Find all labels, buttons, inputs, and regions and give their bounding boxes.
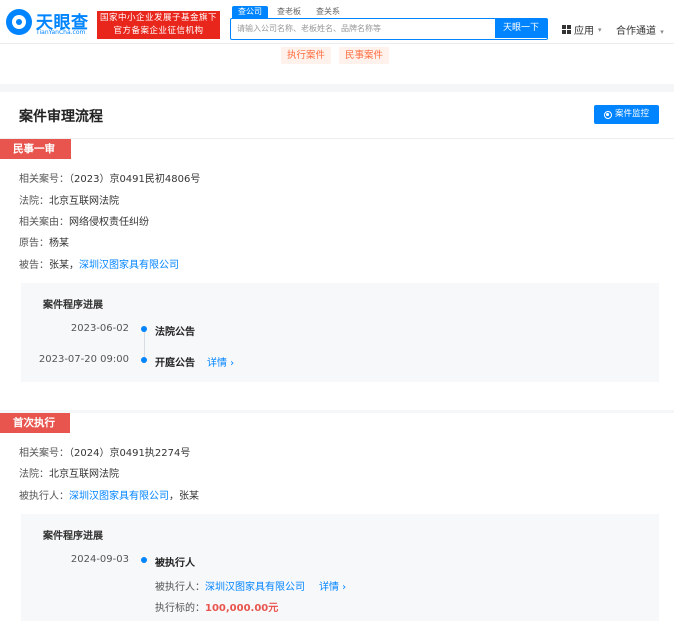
- top-header: 天眼查 TianYanCha.com 国家中小企业发展子基金旗下 官方备案企业征…: [0, 0, 674, 44]
- execution-amount: 100,000.00元: [205, 603, 279, 614]
- case-progress-panel: 案件程序进展 2023-06-02 法院公告 2023-07-20 09:00 …: [21, 283, 659, 382]
- page-title: 案件审理流程: [19, 109, 103, 125]
- event-date: 2023-07-20 09:00: [38, 354, 129, 365]
- search-input[interactable]: [231, 19, 493, 38]
- tag-civil-case[interactable]: 民事案件: [339, 47, 390, 64]
- section-label-first-execution: 首次执行: [0, 413, 70, 433]
- official-badge-line1: 国家中小企业发展子基金旗下: [99, 13, 217, 23]
- tianyancha-logo[interactable]: 天眼查 TianYanCha.com: [6, 8, 94, 38]
- event-executed-person: 被执行人: [155, 558, 195, 569]
- tag-execution-case[interactable]: 执行案件: [281, 47, 332, 64]
- field-executed-person: 被执行人：深圳汉图家具有限公司，张某: [19, 491, 199, 502]
- logo-mark-icon: [6, 9, 32, 35]
- executed-company-link[interactable]: 深圳汉图家具有限公司: [69, 491, 169, 502]
- event-detail-link[interactable]: 详情 ›: [319, 578, 346, 593]
- defendant-company-link[interactable]: 深圳汉图家具有限公司: [79, 260, 179, 271]
- field-case-number: 相关案号：（2024）京0491执2274号: [19, 448, 191, 459]
- tab-search-company[interactable]: 查公司: [232, 6, 268, 18]
- section-label-civil-first-instance: 民事一审: [0, 139, 71, 159]
- logo-domain: TianYanCha.com: [36, 29, 86, 36]
- progress-title: 案件程序进展: [43, 531, 103, 542]
- field-case-number: 相关案号：（2023）京0491民初4806号: [19, 174, 201, 185]
- timeline-dot: [141, 557, 147, 563]
- case-progress-panel: 案件程序进展 2024-09-03 被执行人 被执行人：深圳汉图家具有限公司 详…: [21, 514, 659, 621]
- coop-menu-label: 合作通道: [616, 26, 656, 37]
- event-date: 2023-06-02: [70, 323, 129, 334]
- chevron-down-icon: ▾: [660, 28, 664, 36]
- case-process-card: 案件审理流程 案件监控 民事一审 相关案号：（2023）京0491民初4806号…: [0, 92, 674, 621]
- chevron-down-icon: ▾: [598, 25, 602, 34]
- field-cause: 相关案由：网络侵权责任纠纷: [19, 217, 149, 228]
- case-monitor-button[interactable]: 案件监控: [594, 105, 659, 124]
- timeline-dot: [141, 326, 147, 332]
- search-button[interactable]: 天眼一下: [495, 19, 547, 38]
- event-hearing-notice: 开庭公告: [155, 358, 195, 369]
- app-menu[interactable]: 应用 ▾: [562, 22, 602, 37]
- event-sub-amount: 执行标的：100,000.00元: [155, 603, 279, 614]
- executed-company-link[interactable]: 深圳汉图家具有限公司: [205, 582, 305, 593]
- title-divider: [0, 138, 674, 139]
- search-box: 天眼一下: [230, 18, 548, 40]
- case-type-card: 执行案件 民事案件: [0, 44, 674, 84]
- section-divider: [0, 410, 674, 413]
- coop-menu[interactable]: 合作通道 ▾: [616, 22, 664, 37]
- timeline-dot: [141, 357, 147, 363]
- monitor-eye-icon: [603, 110, 612, 119]
- app-menu-label: 应用: [574, 26, 594, 37]
- case-monitor-label: 案件监控: [614, 109, 649, 119]
- progress-title: 案件程序进展: [43, 300, 103, 311]
- search-tabs: 查公司 查老板 查关系: [232, 6, 346, 18]
- field-plaintiff: 原告：杨某: [19, 238, 69, 249]
- field-court: 法院：北京互联网法院: [19, 469, 119, 480]
- tab-search-boss[interactable]: 查老板: [271, 6, 307, 18]
- official-badge: 国家中小企业发展子基金旗下 官方备案企业征信机构: [97, 11, 220, 39]
- event-date: 2024-09-03: [70, 554, 129, 565]
- event-court-notice: 法院公告: [155, 327, 195, 338]
- official-badge-line2: 官方备案企业征信机构: [113, 26, 204, 36]
- event-detail-link[interactable]: 详情 ›: [207, 354, 234, 369]
- tab-search-relation[interactable]: 查关系: [310, 6, 346, 18]
- grid-icon: [562, 25, 571, 34]
- field-court: 法院：北京互联网法院: [19, 196, 119, 207]
- field-defendant: 被告：张某，深圳汉图家具有限公司: [19, 260, 179, 271]
- event-sub-executed: 被执行人：深圳汉图家具有限公司: [155, 582, 305, 593]
